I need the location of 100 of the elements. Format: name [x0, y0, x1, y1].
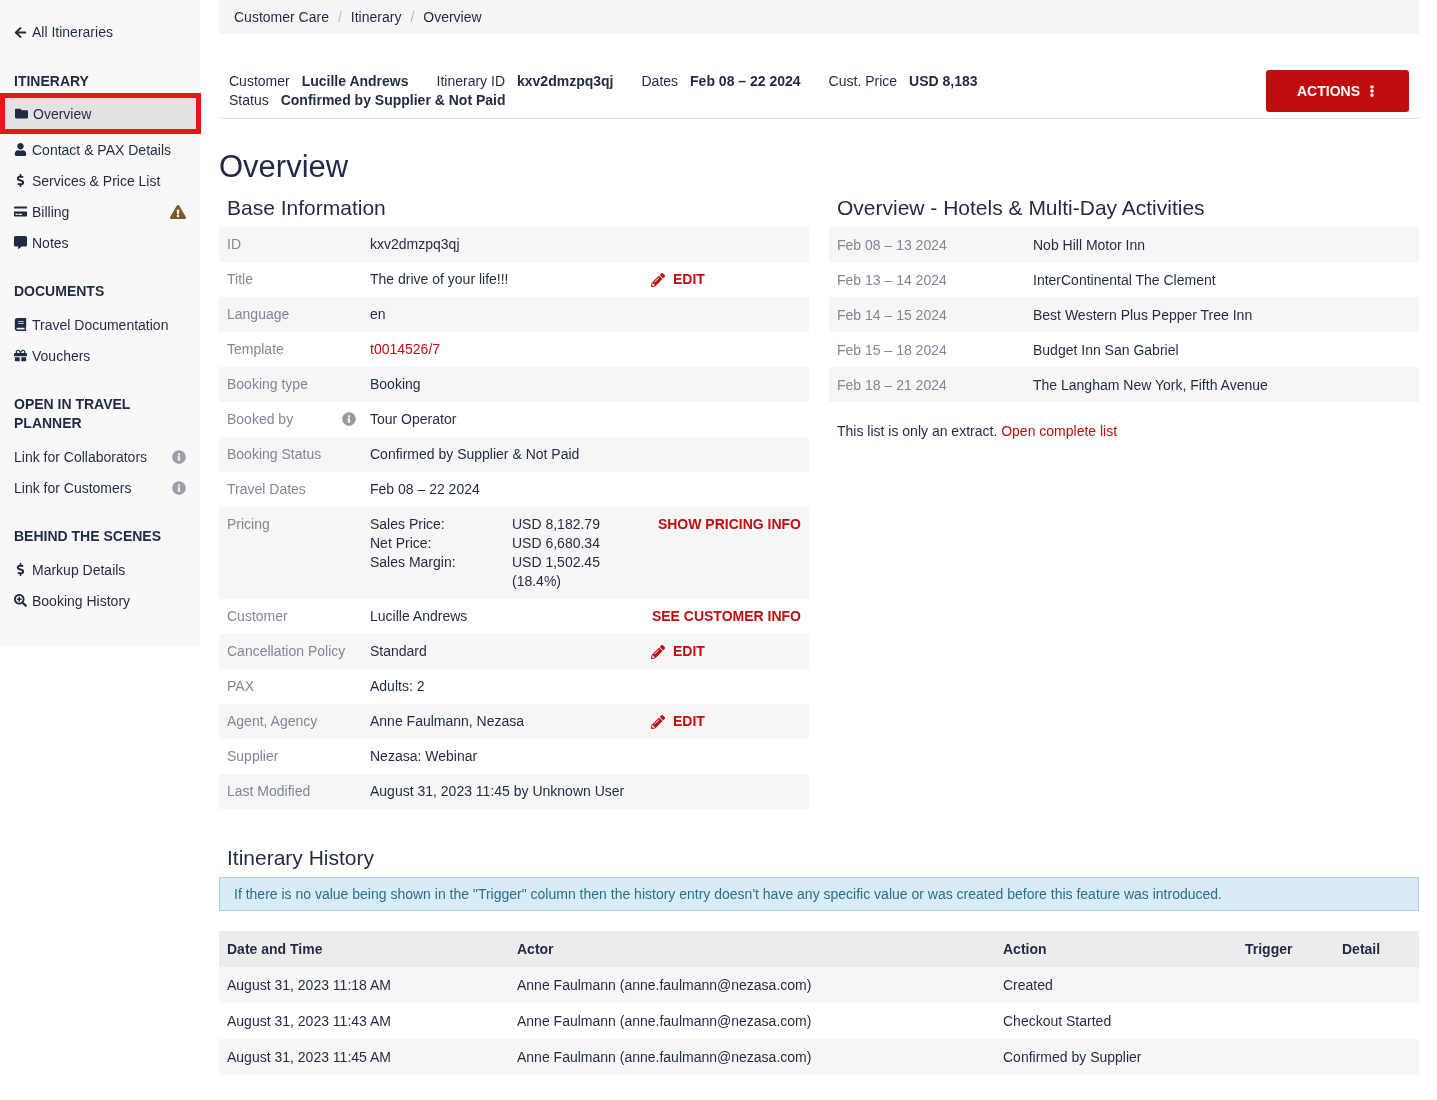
- info-link[interactable]: SEE CUSTOMER INFO: [651, 607, 801, 626]
- field-value: en: [370, 305, 387, 324]
- hotel-name: Best Western Plus Pepper Tree Inn: [1033, 306, 1253, 323]
- field-value: Standard: [370, 642, 428, 661]
- field-label: Booked by: [227, 410, 294, 429]
- field-value: Booking: [370, 375, 422, 394]
- user-icon: [14, 143, 27, 156]
- sidebar-item[interactable]: Notes: [0, 227, 200, 258]
- field-label: Template: [227, 340, 284, 359]
- edit-link[interactable]: EDIT: [651, 642, 705, 661]
- breadcrumb-link[interactable]: Overview: [423, 9, 482, 25]
- edit-link[interactable]: EDIT: [651, 712, 705, 731]
- sidebar-item[interactable]: Contact & PAX Details: [0, 134, 200, 165]
- price-value: USD 1,502.45 (18.4%): [512, 553, 601, 591]
- speech-bubble-icon: [14, 236, 27, 249]
- column-header: Detail: [1342, 941, 1382, 957]
- field-label: PAX: [227, 677, 254, 696]
- arrow-left-icon: [14, 25, 27, 39]
- sidebar-section-title: DOCUMENTS: [13, 282, 106, 301]
- field-value: August 31, 2023 11:45 by Unknown User: [370, 782, 626, 801]
- field-label: Booking type: [227, 375, 308, 394]
- template-link[interactable]: t0014526/7: [370, 340, 801, 359]
- summary-value: Lucille Andrews: [301, 72, 409, 91]
- price-value: USD 8,182.79: [512, 515, 601, 534]
- table-cell-text: August 31, 2023 11:43 AM: [227, 1013, 392, 1029]
- price-label: Net Price:: [370, 534, 433, 553]
- table-cell-text: Created: [1003, 977, 1054, 993]
- price-value: USD 6,680.34: [512, 534, 601, 553]
- table-cell-text: Anne Faulmann (anne.faulmann@nezasa.com): [517, 1013, 813, 1029]
- sidebar-item[interactable]: Vouchers: [0, 340, 200, 371]
- summary-label: Customer: [229, 72, 290, 91]
- column-header: Trigger: [1245, 941, 1294, 957]
- back-link-label: All Itineraries: [32, 24, 113, 40]
- field-label: Cancellation Policy: [227, 642, 346, 661]
- gift-icon: [14, 349, 27, 362]
- pencil-icon: [651, 272, 665, 287]
- hotel-name: The Langham New York, Fifth Avenue: [1033, 376, 1268, 393]
- sidebar-item[interactable]: Link for Collaborators: [0, 441, 200, 472]
- hotel-dates: Feb 08 – 13 2024: [837, 236, 948, 253]
- page-title: Overview: [219, 149, 350, 185]
- section-title: Base Information: [227, 195, 387, 221]
- field-label: Language: [227, 305, 290, 324]
- sidebar-item[interactable]: Services & Price List: [0, 165, 200, 196]
- table-cell-text: August 31, 2023 11:18 AM: [227, 977, 392, 993]
- dollar-icon: [14, 563, 27, 576]
- column-header: Date and Time: [227, 941, 324, 957]
- magnifier-plus-icon: [14, 594, 27, 607]
- sidebar-section-title: OPEN IN TRAVEL PLANNER: [13, 395, 132, 433]
- breadcrumb-separator: /: [337, 9, 342, 25]
- field-label: Title: [227, 270, 253, 289]
- field-value: Lucille Andrews: [370, 607, 469, 626]
- credit-card-icon: [14, 205, 27, 218]
- sidebar-item[interactable]: Booking History: [0, 585, 200, 616]
- breadcrumb-link[interactable]: Itinerary: [350, 9, 402, 25]
- field-label: Travel Dates: [227, 480, 306, 499]
- field-value: Nezasa: Webinar: [370, 747, 479, 766]
- pencil-icon: [651, 714, 665, 729]
- breadcrumb-link[interactable]: Customer Care: [234, 9, 329, 25]
- hotel-dates: Feb 18 – 21 2024: [837, 376, 948, 393]
- table-cell-text: August 31, 2023 11:45 AM: [227, 1049, 392, 1065]
- field-label: Supplier: [227, 747, 279, 766]
- info-notice: If there is no value being shown in the "Trigger" column then the history entry doesn't have any specific value or was created before this feature was introduced.: [219, 877, 1419, 911]
- hotel-name: Budget Inn San Gabriel: [1033, 341, 1179, 358]
- field-value: Tour Operator: [370, 410, 458, 429]
- field-label: Booking Status: [227, 445, 322, 464]
- sidebar-item[interactable]: Overview: [0, 93, 201, 134]
- summary-value: USD 8,183: [909, 72, 978, 91]
- pencil-icon: [651, 644, 665, 659]
- table-cell-text: Confirmed by Supplier: [1003, 1049, 1143, 1065]
- actions-button[interactable]: ACTIONS: [1266, 70, 1409, 112]
- field-value: Feb 08 – 22 2024: [370, 480, 481, 499]
- price-label: Sales Margin:: [370, 553, 457, 572]
- back-link[interactable]: All Itineraries: [0, 24, 200, 40]
- table-cell-text: Anne Faulmann (anne.faulmann@nezasa.com): [517, 977, 813, 993]
- edit-link[interactable]: EDIT: [651, 270, 705, 289]
- summary-label: Status: [229, 91, 269, 110]
- section-title: Itinerary History: [227, 845, 376, 871]
- field-label: ID: [227, 235, 241, 254]
- column-header: Action: [1003, 941, 1048, 957]
- column-header: Actor: [517, 941, 555, 957]
- hotel-dates: Feb 15 – 18 2024: [837, 341, 948, 358]
- summary-value: kxv2dmzpq3qj: [517, 72, 614, 91]
- sidebar-section-title: BEHIND THE SCENES: [13, 527, 163, 546]
- field-label: Last Modified: [227, 782, 311, 801]
- field-label: Customer: [227, 607, 288, 626]
- info-link[interactable]: SHOW PRICING INFO: [657, 515, 801, 534]
- summary-label: Dates: [641, 72, 679, 91]
- price-label: Sales Price:: [370, 515, 446, 534]
- sidebar-item[interactable]: Markup Details: [0, 554, 200, 585]
- hotel-dates: Feb 14 – 15 2024: [837, 306, 948, 323]
- table-cell-text: Anne Faulmann (anne.faulmann@nezasa.com): [517, 1049, 813, 1065]
- sidebar-item[interactable]: Link for Customers: [0, 472, 200, 503]
- summary-value: Confirmed by Supplier & Not Paid: [280, 91, 506, 110]
- field-value: Anne Faulmann, Nezasa: [370, 712, 526, 731]
- sidebar-item[interactable]: Travel Documentation: [0, 309, 200, 340]
- complete-list-link[interactable]: Open complete list: [1001, 423, 1118, 439]
- field-value: The drive of your life!!!: [370, 270, 510, 289]
- folder-icon: [15, 107, 28, 120]
- sidebar-item[interactable]: Billing: [0, 196, 200, 227]
- hotel-dates: Feb 13 – 14 2024: [837, 271, 948, 288]
